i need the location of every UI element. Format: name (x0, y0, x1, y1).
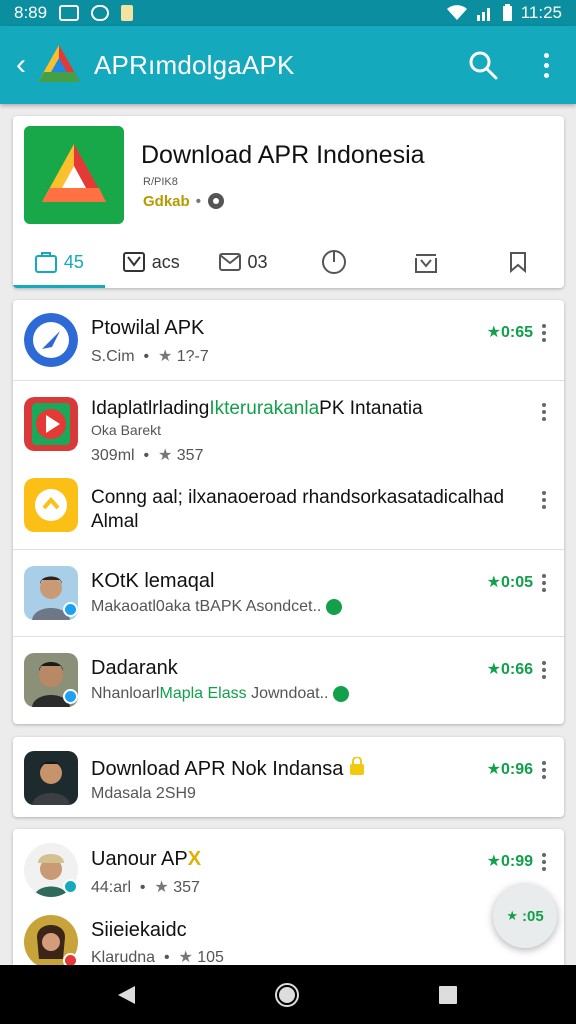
lock-icon (349, 756, 364, 775)
app-list-card: Ptowilal APK S.Cim • ★ 1?-7 ★0:65 Idapla… (13, 300, 564, 724)
app-developer: Gdkab • (143, 192, 225, 210)
tab-bookmark[interactable] (472, 236, 564, 288)
status-bar: 8:89 11:25 (0, 0, 576, 26)
list-item[interactable]: IdaplatlrladingIkterurakanlaPK Intanatia… (13, 381, 564, 467)
gallery-notification-icon (59, 5, 80, 21)
item-title: KOtK lemaqal (91, 570, 215, 592)
tab-shield[interactable] (288, 236, 380, 288)
note-notification-icon (121, 5, 134, 21)
bookmark-icon (510, 252, 527, 274)
signal-icon (476, 8, 490, 21)
app-bar: ‹ APRımdolgaAPK (0, 26, 576, 104)
item-score: ★0:65 (486, 324, 533, 341)
item-title: Download APR Nok Indansa (91, 756, 365, 781)
item-score: ★0:96 (486, 761, 533, 778)
tab-image-label: acs (151, 251, 180, 272)
more-vertical-icon[interactable] (542, 52, 550, 78)
item-sub: S.Cim • ★ 1?-7 (91, 348, 209, 365)
app-icon-yellow-timer (24, 478, 78, 532)
system-nav-bar (0, 965, 576, 1024)
game-notification-icon (91, 5, 110, 21)
item-title: Siieiekaidc (91, 919, 187, 941)
item-title: Uanour APX (91, 848, 202, 870)
more-vertical-icon[interactable] (542, 403, 546, 421)
app-big-logo-icon (24, 126, 124, 224)
item-title: Conng aal; ilxanaoeroad rhandsorkasatadi… (91, 487, 505, 508)
more-vertical-icon[interactable] (542, 574, 546, 592)
list-item[interactable]: Conng aal; ilxanaoeroad rhandsorkasatadi… (13, 467, 564, 549)
fab-star-icon: ★ (506, 908, 518, 923)
tab-bag[interactable]: 45 (13, 236, 105, 288)
developer-label: Gdkab (143, 192, 190, 210)
download-box-icon (415, 254, 438, 273)
fab-label: :05 (521, 907, 544, 925)
tab-download[interactable] (380, 236, 472, 288)
item-score: ★0:99 (486, 853, 533, 870)
item-title: IdaplatlrladingIkterurakanlaPK Intanatia (91, 398, 423, 419)
app-header-card: Download APR Indonesia R/PIK8 Gdkab • 45… (13, 116, 564, 288)
verified-badge-icon (63, 689, 78, 704)
list-item[interactable]: Download APR Nok Indansa Mdasala 2SH9 ★0… (13, 737, 564, 817)
item-sub-line: Almal (91, 511, 139, 532)
item-title: Dadarank (91, 657, 178, 679)
app-icon-red-play (24, 397, 78, 451)
list-item[interactable]: Dadarank NhanloarlMapla Elass Jowndoat..… (13, 637, 564, 723)
battery-icon (502, 4, 512, 21)
item-sub: Makaoatl0aka tBAPK Asondcet.. (91, 598, 342, 616)
item-sub: Mdasala 2SH9 (91, 785, 196, 802)
item-score: ★0:66 (486, 661, 533, 678)
more-vertical-icon[interactable] (542, 661, 546, 679)
user-avatar-photo (24, 751, 78, 805)
list-item[interactable]: Siieiekaidc Klarudna • ★ 105 (13, 913, 564, 969)
item-title: Ptowilal APK (91, 317, 205, 339)
more-vertical-icon[interactable] (542, 853, 546, 871)
nav-home-icon[interactable] (274, 982, 300, 1008)
floating-rating-button[interactable]: ★ :05 (493, 884, 557, 948)
tab-image[interactable]: acs (105, 236, 197, 288)
item-sub-line: Oka Barekt (91, 422, 162, 438)
app-icon-blue-arrow (24, 313, 78, 367)
shield-icon (322, 250, 347, 274)
app-meta: R/PIK8 (143, 176, 178, 188)
more-vertical-icon[interactable] (542, 491, 546, 509)
verified-badge-icon (63, 879, 78, 894)
app-list-card-2: Uanour APX 44:arl • ★ 357 ★0:99 Siieieka… (13, 829, 564, 969)
list-item[interactable]: Ptowilal APK S.Cim • ★ 1?-7 ★0:65 (13, 300, 564, 380)
tab-mail-label: 03 (247, 251, 268, 272)
install-badge-icon (325, 598, 342, 615)
search-icon[interactable] (468, 50, 498, 80)
app-logo-icon (38, 45, 80, 82)
item-sub: NhanloarlMapla Elass Jowndoat.. (91, 685, 349, 703)
nav-back-icon[interactable] (115, 984, 137, 1006)
status-time-right: 11:25 (520, 3, 562, 22)
status-time-left: 8:89 (14, 3, 48, 22)
item-score: ★0:05 (486, 574, 533, 591)
featured-item-card: Download APR Nok Indansa Mdasala 2SH9 ★0… (13, 737, 564, 817)
list-item[interactable]: Uanour APX 44:arl • ★ 357 ★0:99 (13, 829, 564, 913)
nav-recents-icon[interactable] (437, 984, 459, 1006)
tab-mail[interactable]: 03 (197, 236, 289, 288)
more-vertical-icon[interactable] (542, 324, 546, 342)
image-icon (122, 252, 145, 272)
list-item[interactable]: KOtK lemaqal Makaoatl0aka tBAPK Asondcet… (13, 550, 564, 636)
tab-bag-label: 45 (63, 251, 84, 272)
mail-icon (218, 253, 241, 271)
back-chevron-icon[interactable]: ‹ (16, 48, 34, 82)
bag-icon (34, 252, 57, 273)
item-sub: 309ml • ★ 357 (91, 447, 204, 464)
item-sub: 44:arl • ★ 357 (91, 879, 200, 896)
app-bar-title: APRımdolgaAPK (94, 49, 295, 80)
more-vertical-icon[interactable] (542, 761, 546, 779)
app-title: Download APR Indonesia (141, 141, 425, 169)
verified-badge-icon (63, 602, 78, 617)
item-sub: Klarudna • ★ 105 (91, 949, 224, 966)
wifi-icon (446, 5, 467, 20)
tab-bar: 45 acs 03 (13, 236, 564, 288)
install-badge-icon (332, 685, 349, 702)
rating-badge-icon (207, 193, 224, 209)
